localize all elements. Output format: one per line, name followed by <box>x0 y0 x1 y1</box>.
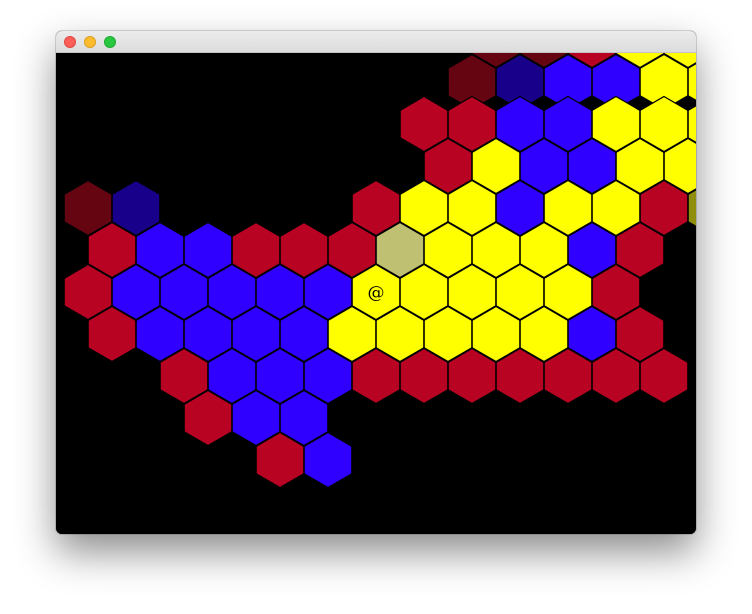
player-marker: @ <box>368 283 385 303</box>
hex-grid[interactable]: @ <box>56 53 696 534</box>
title-bar[interactable] <box>56 31 696 53</box>
minimize-button[interactable] <box>84 36 96 48</box>
close-button[interactable] <box>64 36 76 48</box>
hex-map[interactable]: @ <box>56 53 696 534</box>
zoom-button[interactable] <box>104 36 116 48</box>
game-window: @ <box>56 31 696 534</box>
